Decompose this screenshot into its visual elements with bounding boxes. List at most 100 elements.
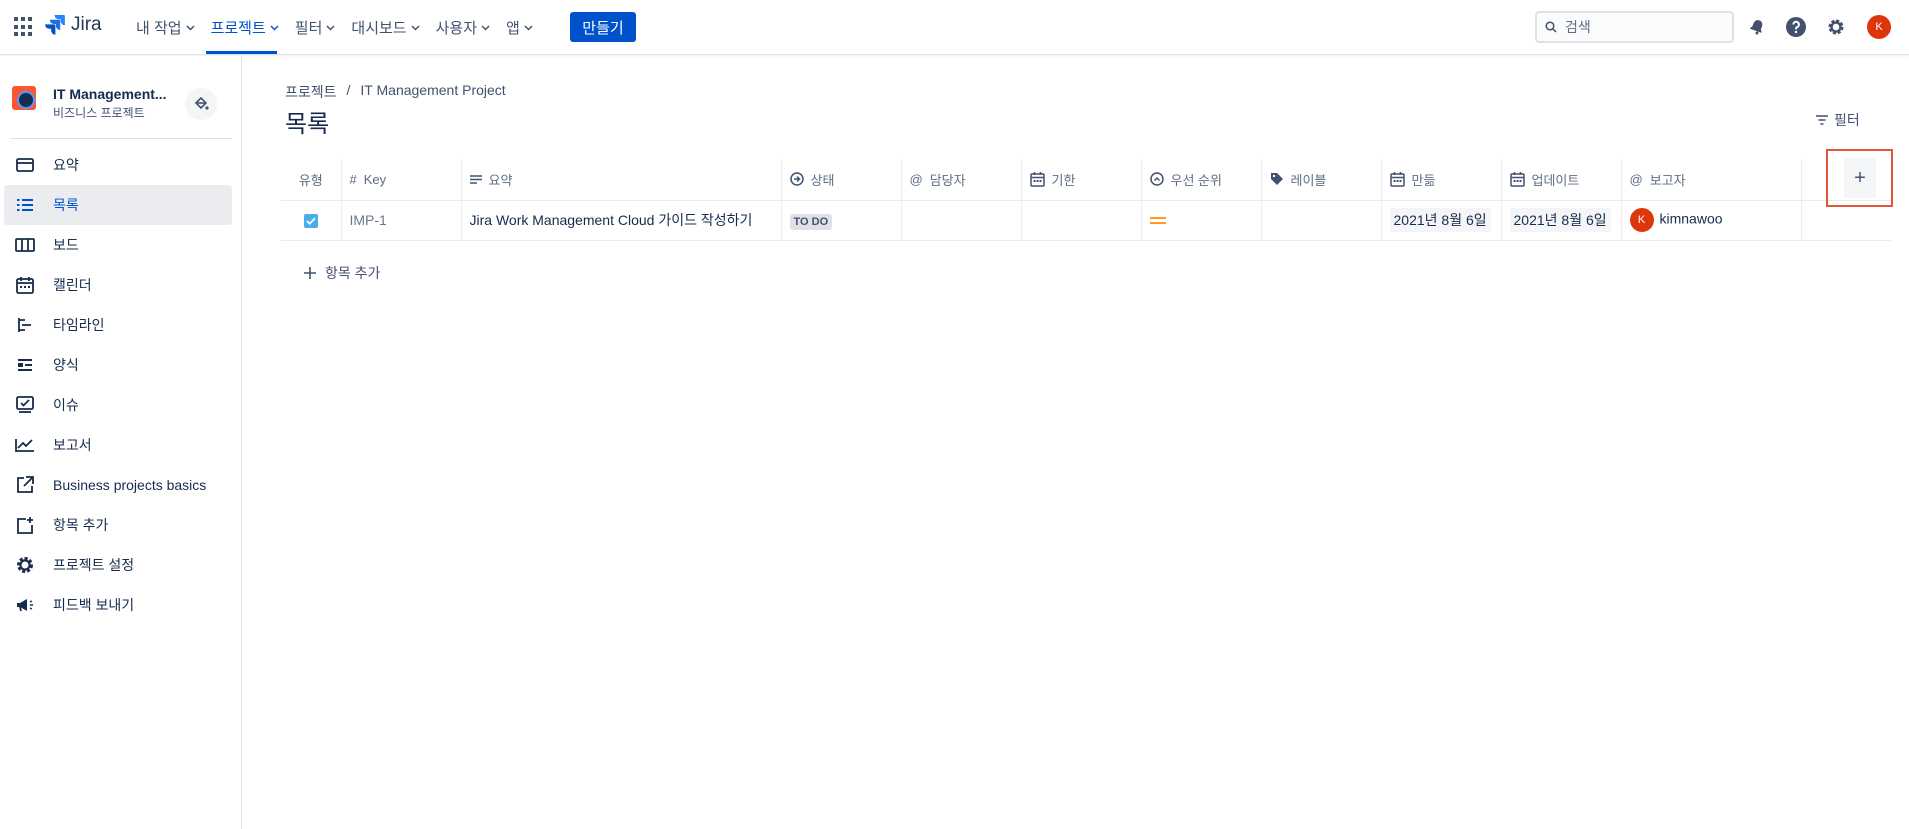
column-header-created[interactable]: 만듦 — [1381, 159, 1502, 201]
bell-icon — [1749, 20, 1763, 35]
created-date: 2021년 8월 6일 — [1389, 208, 1491, 232]
sidebar-item-label: 양식 — [53, 357, 79, 373]
main-content: 프로젝트 / IT Management Project 목록 필터 유형 # K… — [243, 56, 1909, 829]
chevron-down-icon — [481, 24, 490, 31]
filter-button[interactable]: 필터 — [1816, 110, 1860, 130]
sidebar-item-label: 보고서 — [53, 437, 92, 453]
column-label: 요약 — [488, 172, 513, 188]
key-cell[interactable]: IMP-1 — [341, 200, 462, 241]
add-column-button[interactable]: + — [1844, 158, 1876, 198]
nav-label: 내 작업 — [136, 20, 182, 37]
table-header-row: 유형 # Key 요약 상태 @ 담당자 기한 우선 순위 레이블 만듦 업데이트 … — [281, 159, 1891, 201]
sidebar-item-board[interactable]: 보드 — [4, 225, 232, 265]
labels-cell[interactable] — [1261, 200, 1382, 241]
user-avatar[interactable]: K — [1867, 15, 1891, 39]
sidebar-item-timeline[interactable]: 타임라인 — [4, 305, 232, 345]
summary-cell[interactable]: Jira Work Management Cloud 가이드 작성하기 — [461, 200, 782, 241]
chevron-down-icon — [326, 24, 335, 31]
tag-icon — [1270, 173, 1283, 186]
project-type: 비즈니스 프로젝트 — [53, 106, 145, 120]
reporter-cell[interactable]: Kkimnawoo — [1621, 200, 1802, 241]
search-input[interactable] — [1565, 19, 1715, 35]
column-label: 기한 — [1051, 172, 1076, 188]
column-header-due[interactable]: 기한 — [1021, 159, 1142, 201]
sidebar-item-forms[interactable]: 양식 — [4, 345, 232, 385]
jira-logo[interactable]: Jira — [45, 14, 102, 36]
priority-cell[interactable] — [1141, 200, 1262, 241]
task-type-icon — [303, 214, 318, 228]
notifications-button[interactable] — [1745, 15, 1769, 39]
paint-bucket-icon — [194, 96, 209, 110]
sidebar-item-business-basics[interactable]: Business projects basics — [4, 465, 232, 505]
search-box[interactable] — [1535, 11, 1734, 43]
sidebar-item-label: 요약 — [53, 157, 79, 173]
column-header-key[interactable]: # Key — [341, 159, 462, 201]
sidebar-item-label: 이슈 — [53, 397, 79, 413]
timeline-icon — [14, 314, 36, 336]
app-switcher-icon[interactable] — [14, 17, 34, 37]
nav-active-indicator — [206, 51, 277, 54]
nav-projects[interactable]: 프로젝트 — [203, 0, 287, 55]
sidebar-item-label: 목록 — [53, 197, 79, 213]
nav-filters[interactable]: 필터 — [287, 0, 344, 55]
status-icon — [789, 172, 804, 186]
column-header-assignee[interactable]: @ 담당자 — [901, 159, 1022, 201]
nav-label: 대시보드 — [351, 20, 407, 37]
calendar-icon — [1509, 171, 1525, 187]
column-header-labels[interactable]: 레이블 — [1261, 159, 1382, 201]
sidebar-item-reports[interactable]: 보고서 — [4, 425, 232, 465]
project-header[interactable]: IT Management... 비즈니스 프로젝트 — [12, 86, 167, 120]
assignee-cell[interactable] — [901, 200, 1022, 241]
table-row[interactable]: IMP-1 Jira Work Management Cloud 가이드 작성하… — [281, 200, 1891, 241]
nav-apps[interactable]: 앱 — [498, 0, 541, 55]
reports-icon — [14, 434, 36, 456]
due-cell[interactable] — [1021, 200, 1142, 241]
nav-dashboards[interactable]: 대시보드 — [343, 0, 427, 55]
column-label: 레이블 — [1290, 172, 1327, 188]
sidebar-item-issues[interactable]: 이슈 — [4, 385, 232, 425]
updated-date: 2021년 8월 6일 — [1509, 208, 1611, 232]
sidebar-item-label: 항목 추가 — [53, 517, 109, 533]
chevron-down-icon — [270, 24, 279, 31]
sidebar-item-feedback[interactable]: 피드백 보내기 — [4, 585, 232, 625]
status-cell[interactable]: TO DO — [781, 200, 902, 241]
column-label: 우선 순위 — [1170, 172, 1222, 188]
column-header-reporter[interactable]: @ 보고자 — [1621, 159, 1802, 201]
at-icon: @ — [1629, 171, 1643, 187]
nav-people[interactable]: 사용자 — [428, 0, 498, 55]
sidebar-item-label: 캘린더 — [53, 277, 92, 293]
add-item-button[interactable]: 항목 추가 — [304, 263, 380, 283]
settings-button[interactable] — [1824, 15, 1848, 39]
sidebar-item-calendar[interactable]: 캘린더 — [4, 265, 232, 305]
summary-icon — [14, 154, 36, 176]
sidebar-item-list[interactable]: 목록 — [4, 185, 232, 225]
breadcrumb-project[interactable]: IT Management Project — [360, 82, 505, 102]
project-name: IT Management... — [53, 86, 167, 102]
column-header-summary[interactable]: 요약 — [461, 159, 782, 201]
column-header-updated[interactable]: 업데이트 — [1501, 159, 1622, 201]
column-header-priority[interactable]: 우선 순위 — [1141, 159, 1262, 201]
nav-your-work[interactable]: 내 작업 — [128, 0, 203, 55]
sidebar-item-project-settings[interactable]: 프로젝트 설정 — [4, 545, 232, 585]
status-lozenge[interactable]: TO DO — [789, 214, 833, 230]
sidebar-item-summary[interactable]: 요약 — [4, 145, 232, 185]
sidebar-item-add-item[interactable]: 항목 추가 — [4, 505, 232, 545]
create-button[interactable]: 만들기 — [570, 12, 636, 42]
help-button[interactable] — [1784, 15, 1808, 39]
theme-button[interactable] — [185, 88, 217, 120]
help-icon — [1786, 17, 1806, 37]
column-label: 업데이트 — [1531, 172, 1580, 188]
column-header-status[interactable]: 상태 — [781, 159, 902, 201]
nav-label: 필터 — [294, 20, 323, 37]
filter-label: 필터 — [1834, 112, 1860, 128]
breadcrumb-projects[interactable]: 프로젝트 — [285, 82, 337, 102]
priority-medium-icon — [1149, 215, 1166, 225]
top-navigation: Jira 내 작업 프로젝트 필터 대시보드 사용자 앱 만들기 K — [0, 0, 1909, 55]
column-label: 유형 — [298, 172, 323, 188]
column-label: 상태 — [810, 172, 835, 188]
search-icon — [1545, 21, 1557, 33]
created-cell: 2021년 8월 6일 — [1381, 200, 1502, 241]
column-label: 만듦 — [1411, 172, 1436, 188]
calendar-icon — [1029, 171, 1045, 187]
column-header-type[interactable]: 유형 — [281, 159, 342, 201]
